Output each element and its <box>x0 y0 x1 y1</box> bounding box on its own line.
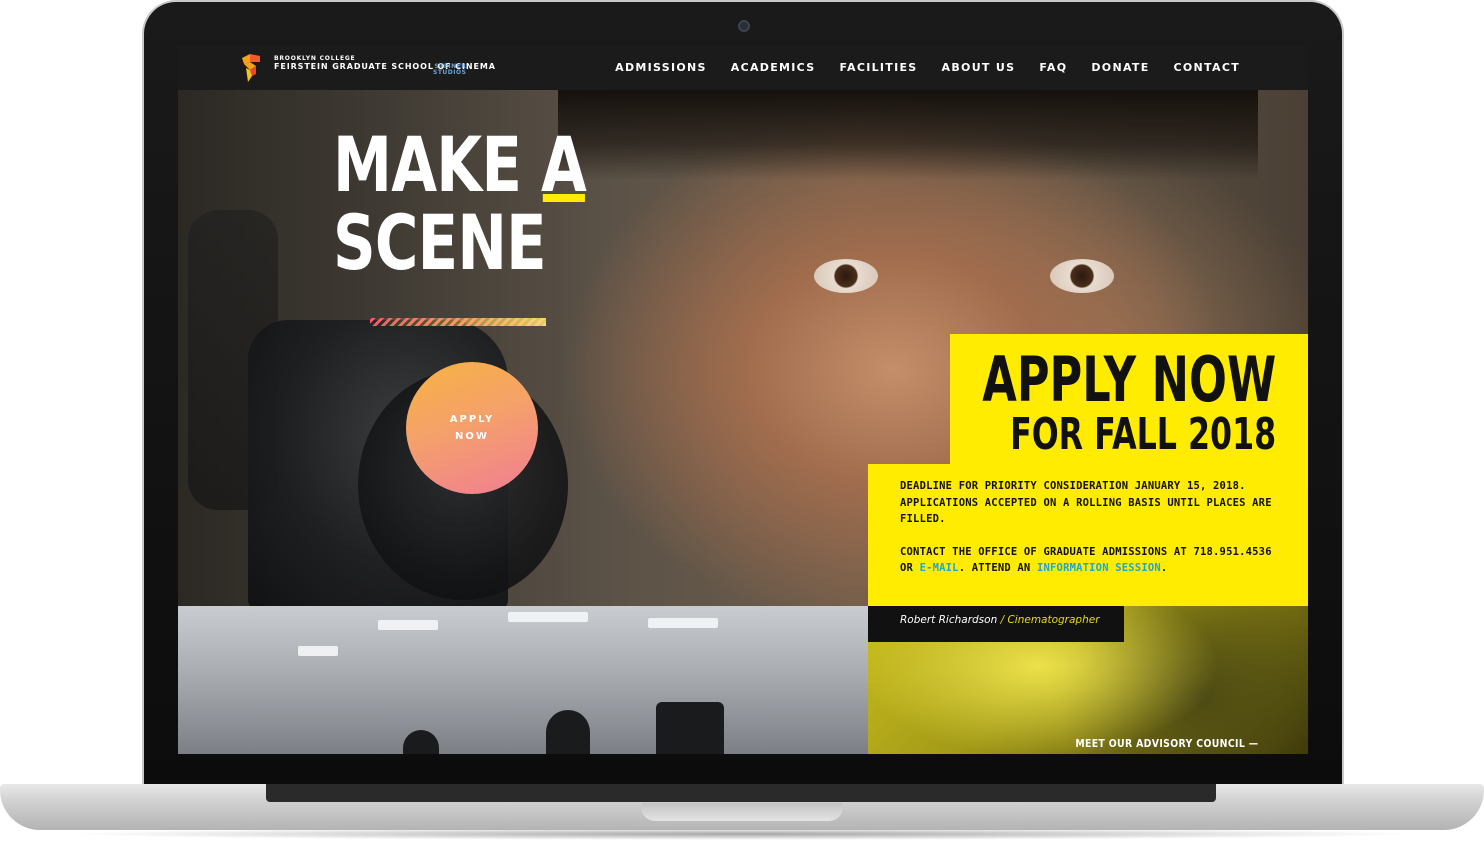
advisory-council-link[interactable]: MEET OUR ADVISORY COUNCIL — <box>1075 737 1258 750</box>
apply-button-line1: APPLY <box>449 414 495 425</box>
school-logo-icon[interactable] <box>240 54 262 82</box>
studio-light <box>508 612 588 622</box>
contact-middle: . ATTEND AN <box>958 562 1037 574</box>
steiner-studios-label: STEINER STUDIOS <box>433 64 466 76</box>
caption-separator: / <box>997 614 1008 626</box>
nav-about-us[interactable]: ABOUT US <box>942 61 1016 74</box>
studio-image <box>178 606 868 754</box>
apply-button-line2: NOW <box>455 431 489 442</box>
email-link[interactable]: E-MAIL <box>920 562 959 574</box>
face-eye-right <box>1050 259 1114 293</box>
contact-text: CONTACT THE OFFICE OF GRADUATE ADMISSION… <box>900 544 1284 577</box>
photo-caption: Robert Richardson / Cinematographer <box>868 606 1124 642</box>
headline-a: A <box>541 126 587 204</box>
nav-admissions[interactable]: ADMISSIONS <box>615 61 707 74</box>
hero-hair-shade <box>558 90 1258 180</box>
apply-title-line1: APPLY NOW <box>982 343 1276 416</box>
apply-panel-title: APPLY NOW FOR FALL 2018 <box>868 348 1276 458</box>
headline-underline <box>542 194 585 202</box>
contact-suffix: . <box>1160 562 1168 574</box>
studio-light <box>378 620 438 630</box>
apply-title-line2: FOR FALL 2018 <box>1009 409 1276 460</box>
studio-light <box>648 618 718 628</box>
deadline-text: DEADLINE FOR PRIORITY CONSIDERATION JANU… <box>900 480 1272 525</box>
face-eye-left <box>814 259 878 293</box>
webcam-icon <box>738 20 750 32</box>
nav-donate[interactable]: DONATE <box>1091 61 1149 74</box>
information-session-link[interactable]: INFORMATION SESSION <box>1037 562 1161 574</box>
nav-faq[interactable]: FAQ <box>1039 61 1067 74</box>
studio-light <box>298 646 338 656</box>
laptop-notch <box>641 803 843 821</box>
crew-silhouette <box>546 710 590 754</box>
caption-role: Cinematographer <box>1007 614 1100 626</box>
caption-name: Robert Richardson <box>900 614 998 626</box>
camera-silhouette <box>656 702 724 754</box>
nav-contact[interactable]: CONTACT <box>1174 61 1240 74</box>
nav-facilities[interactable]: FACILITIES <box>839 61 917 74</box>
steiner-line2: STUDIOS <box>433 69 467 76</box>
nav-academics[interactable]: ACADEMICS <box>731 61 816 74</box>
decorative-stripes <box>370 318 546 326</box>
headline-make: MAKE <box>333 120 522 209</box>
college-name: BROOKLYN COLLEGE <box>274 55 356 62</box>
apply-panel-body: DEADLINE FOR PRIORITY CONSIDERATION JANU… <box>900 478 1284 593</box>
hero-headline: MAKE A SCENE <box>333 126 587 282</box>
laptop-hinge <box>266 784 1216 802</box>
apply-now-button[interactable]: APPLY NOW <box>406 362 538 494</box>
main-menu: ADMISSIONS ACADEMICS FACILITIES ABOUT US… <box>615 61 1240 74</box>
top-navigation: BROOKLYN COLLEGE FEIRSTEIN GRADUATE SCHO… <box>178 46 1308 90</box>
headline-scene: SCENE <box>333 198 547 287</box>
crew-silhouette <box>403 730 439 754</box>
website-screen: BROOKLYN COLLEGE FEIRSTEIN GRADUATE SCHO… <box>178 46 1308 754</box>
